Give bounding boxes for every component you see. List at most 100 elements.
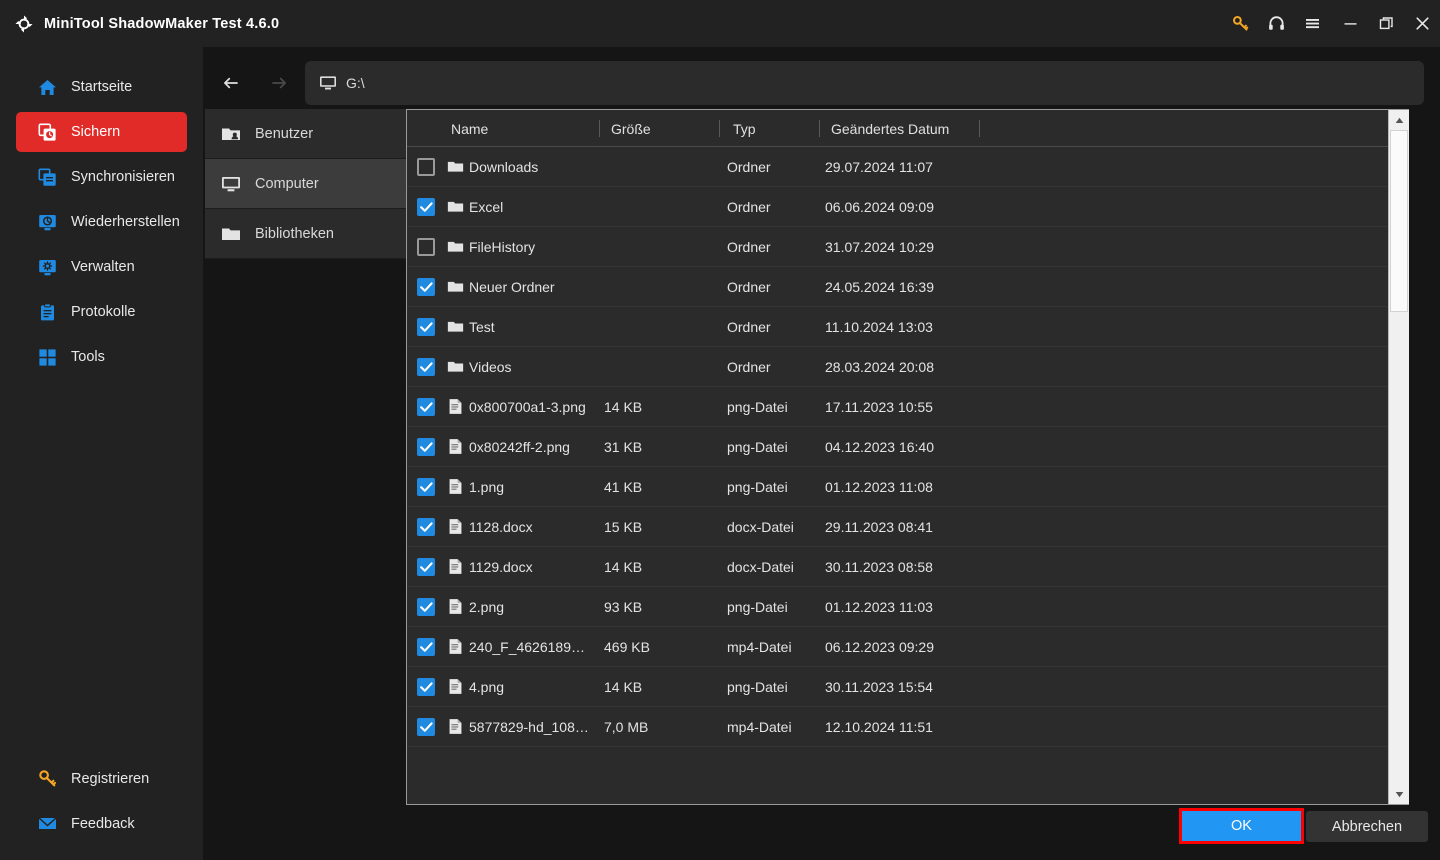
row-checkbox[interactable] bbox=[417, 318, 435, 336]
row-checkbox[interactable] bbox=[417, 678, 435, 696]
row-checkbox[interactable] bbox=[417, 638, 435, 656]
row-checkbox[interactable] bbox=[417, 478, 435, 496]
row-checkbox[interactable] bbox=[417, 558, 435, 576]
column-divider[interactable] bbox=[819, 120, 820, 137]
row-name: 1.png bbox=[469, 479, 505, 495]
column-header-type[interactable]: Typ bbox=[733, 110, 756, 147]
row-size: 15 KB bbox=[604, 519, 643, 535]
row-checkbox[interactable] bbox=[417, 398, 435, 416]
file-list-scrollbar[interactable] bbox=[1388, 110, 1409, 804]
table-row[interactable]: 0x800700a1-3.png 14 KB png-Datei 17.11.2023… bbox=[407, 387, 1390, 427]
column-divider[interactable] bbox=[599, 120, 600, 137]
back-button[interactable] bbox=[211, 63, 251, 103]
menu-icon[interactable] bbox=[1294, 0, 1330, 47]
table-row[interactable]: FileHistory Ordner 31.07.2024 10:29 bbox=[407, 227, 1390, 267]
table-row[interactable]: 1129.docx 14 KB docx-Datei 30.11.2023 08:58 bbox=[407, 547, 1390, 587]
row-checkbox[interactable] bbox=[417, 438, 435, 456]
column-header-name[interactable]: Name bbox=[451, 110, 488, 147]
tree-item-computer[interactable]: Computer bbox=[205, 159, 406, 209]
table-row[interactable]: 1128.docx 15 KB docx-Datei 29.11.2023 08:41 bbox=[407, 507, 1390, 547]
ok-button[interactable]: OK bbox=[1182, 811, 1301, 841]
location-tree: Benutzer Computer Bibliotheken bbox=[205, 109, 406, 805]
row-checkbox[interactable] bbox=[417, 598, 435, 616]
row-checkbox[interactable] bbox=[417, 358, 435, 376]
folder-icon bbox=[447, 318, 464, 335]
headset-icon[interactable] bbox=[1258, 0, 1294, 47]
close-icon[interactable] bbox=[1404, 0, 1440, 47]
row-name: 0x80242ff-2.png bbox=[469, 439, 570, 455]
table-row[interactable]: 240_F_4626189… 469 KB mp4-Datei 06.12.2023 … bbox=[407, 627, 1390, 667]
table-row[interactable]: Videos Ordner 28.03.2024 20:08 bbox=[407, 347, 1390, 387]
row-type: png-Datei bbox=[727, 479, 788, 495]
row-type: Ordner bbox=[727, 159, 771, 175]
scroll-up-arrow-icon[interactable] bbox=[1389, 110, 1409, 130]
column-divider[interactable] bbox=[979, 120, 980, 137]
path-value: G:\ bbox=[346, 75, 365, 91]
sidebar-item-synchronisieren[interactable]: Synchronisieren bbox=[16, 157, 187, 197]
sidebar-item-label: Feedback bbox=[71, 815, 135, 832]
file-icon bbox=[447, 718, 464, 735]
folder-icon bbox=[447, 238, 464, 255]
cancel-button[interactable]: Abbrechen bbox=[1306, 811, 1428, 842]
row-type: docx-Datei bbox=[727, 559, 794, 575]
column-divider[interactable] bbox=[719, 120, 720, 137]
row-size: 93 KB bbox=[604, 599, 643, 615]
table-row[interactable]: Neuer Ordner Ordner 24.05.2024 16:39 bbox=[407, 267, 1390, 307]
forward-button[interactable] bbox=[259, 63, 299, 103]
sidebar-item-verwalten[interactable]: Verwalten bbox=[16, 247, 187, 287]
row-checkbox[interactable] bbox=[417, 198, 435, 216]
path-input[interactable]: G:\ bbox=[305, 61, 1424, 105]
column-header-size[interactable]: Größe bbox=[611, 110, 651, 147]
restore-icon bbox=[38, 213, 57, 232]
scrollbar-thumb[interactable] bbox=[1390, 130, 1408, 312]
sidebar-item-startseite[interactable]: Startseite bbox=[16, 67, 187, 107]
minimize-icon[interactable] bbox=[1332, 0, 1368, 47]
row-size: 14 KB bbox=[604, 399, 643, 415]
row-type: png-Datei bbox=[727, 679, 788, 695]
row-type: png-Datei bbox=[727, 399, 788, 415]
table-row[interactable]: 2.png 93 KB png-Datei 01.12.2023 11:03 bbox=[407, 587, 1390, 627]
file-icon bbox=[447, 478, 464, 495]
key-icon[interactable] bbox=[1222, 0, 1258, 47]
row-date: 01.12.2023 11:08 bbox=[825, 479, 933, 495]
manage-icon bbox=[38, 258, 57, 277]
sidebar-item-sichern[interactable]: Sichern bbox=[16, 112, 187, 152]
row-type: docx-Datei bbox=[727, 519, 794, 535]
table-row[interactable]: Test Ordner 11.10.2024 13:03 bbox=[407, 307, 1390, 347]
table-row[interactable]: Excel Ordner 06.06.2024 09:09 bbox=[407, 187, 1390, 227]
row-checkbox[interactable] bbox=[417, 718, 435, 736]
tree-item-label: Bibliotheken bbox=[255, 225, 334, 242]
row-checkbox[interactable] bbox=[417, 518, 435, 536]
folder-picker-dialog: G:\ Benutzer Computer Bibliotheken Name … bbox=[203, 47, 1440, 860]
sidebar-item-wiederherstellen[interactable]: Wiederherstellen bbox=[16, 202, 187, 242]
row-date: 30.11.2023 15:54 bbox=[825, 679, 933, 695]
row-type: png-Datei bbox=[727, 439, 788, 455]
tree-item-benutzer[interactable]: Benutzer bbox=[205, 109, 406, 159]
table-row[interactable]: 0x80242ff-2.png 31 KB png-Datei 04.12.2023 … bbox=[407, 427, 1390, 467]
row-name: 240_F_4626189… bbox=[469, 639, 585, 655]
tree-item-bibliotheken[interactable]: Bibliotheken bbox=[205, 209, 406, 259]
sidebar-item-registrieren[interactable]: Registrieren bbox=[16, 756, 187, 801]
app-title: MiniTool ShadowMaker Test 4.6.0 bbox=[44, 15, 280, 32]
table-row[interactable]: 4.png 14 KB png-Datei 30.11.2023 15:54 bbox=[407, 667, 1390, 707]
row-date: 29.11.2023 08:41 bbox=[825, 519, 933, 535]
row-checkbox[interactable] bbox=[417, 278, 435, 296]
row-size: 41 KB bbox=[604, 479, 643, 495]
tree-item-label: Benutzer bbox=[255, 125, 314, 142]
scrollbar-track[interactable] bbox=[1389, 130, 1409, 784]
scroll-down-arrow-icon[interactable] bbox=[1389, 784, 1409, 804]
sidebar-item-tools[interactable]: Tools bbox=[16, 337, 187, 377]
table-row[interactable]: 1.png 41 KB png-Datei 01.12.2023 11:08 bbox=[407, 467, 1390, 507]
table-row[interactable]: 5877829-hd_108… 7,0 MB mp4-Datei 12.10.2024… bbox=[407, 707, 1390, 747]
table-row[interactable]: Downloads Ordner 29.07.2024 11:07 bbox=[407, 147, 1390, 187]
sidebar-item-feedback[interactable]: Feedback bbox=[16, 801, 187, 846]
row-checkbox[interactable] bbox=[417, 238, 435, 256]
sidebar-nav: Startseite Sichern Synchronisieren Wiede… bbox=[0, 67, 203, 382]
sidebar-item-protokolle[interactable]: Protokolle bbox=[16, 292, 187, 332]
maximize-icon[interactable] bbox=[1368, 0, 1404, 47]
computer-monitor-icon bbox=[221, 174, 241, 194]
row-checkbox[interactable] bbox=[417, 158, 435, 176]
row-type: Ordner bbox=[727, 239, 771, 255]
titlebar: MiniTool ShadowMaker Test 4.6.0 bbox=[0, 0, 1440, 47]
column-header-date[interactable]: Geändertes Datum bbox=[831, 110, 949, 147]
